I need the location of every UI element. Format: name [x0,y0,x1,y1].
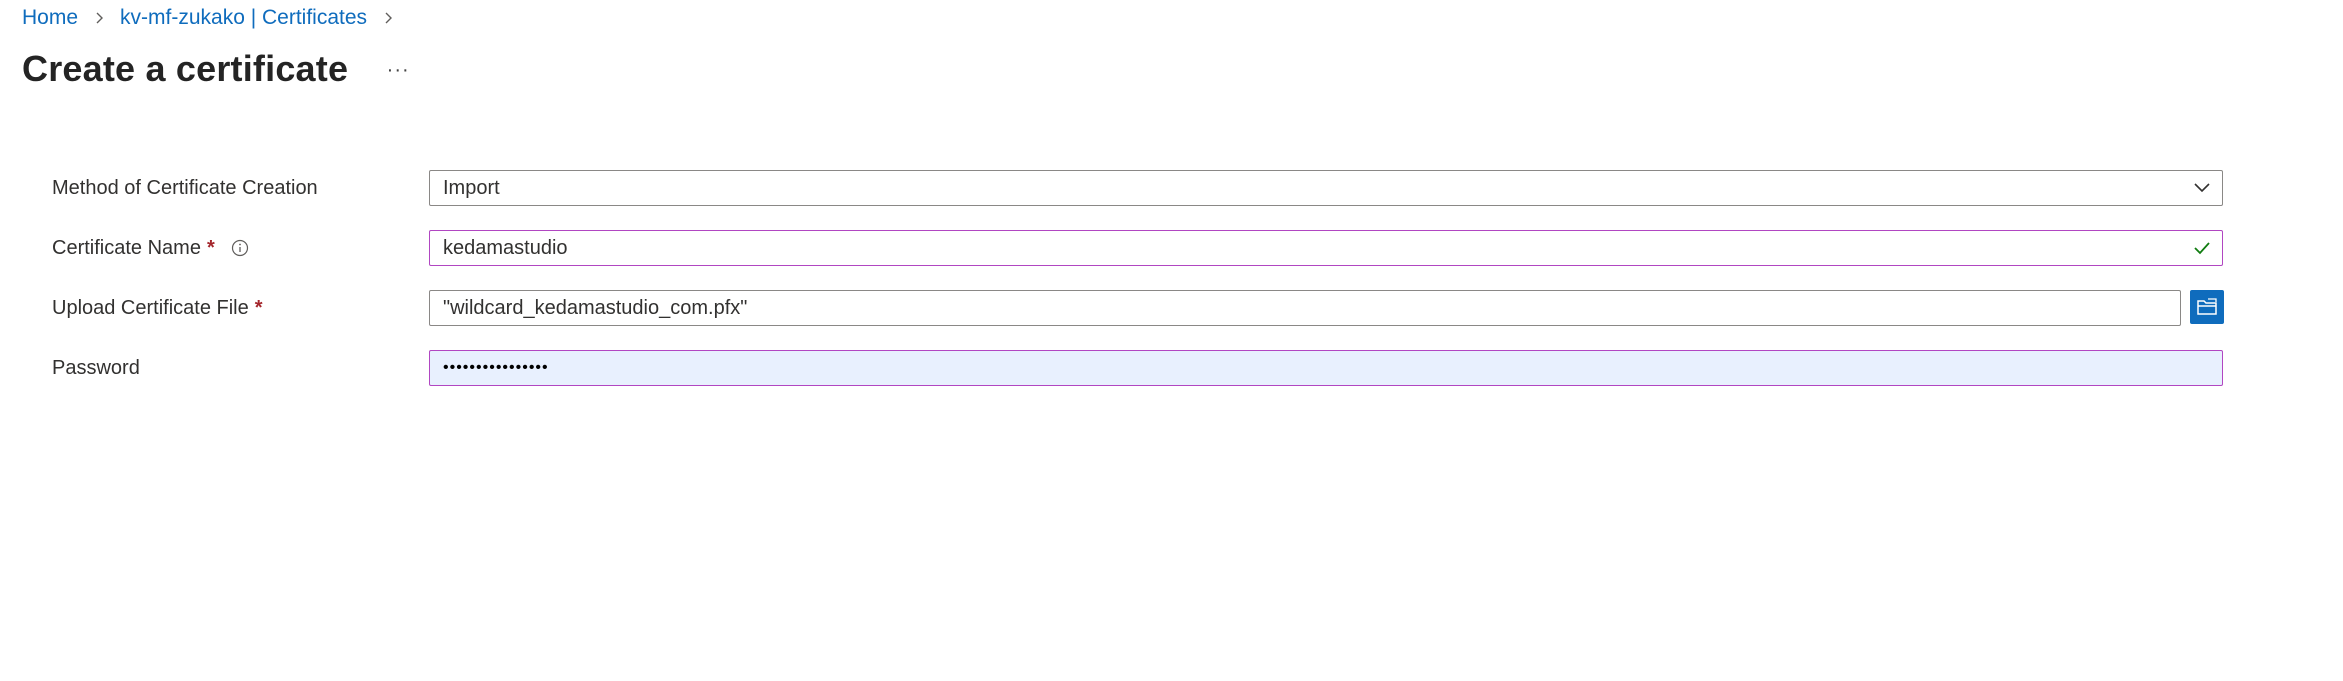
method-selected-value: Import [443,176,500,199]
certificate-name-row: Certificate Name * kedamastudio [52,230,2252,290]
required-asterisk: * [206,236,215,259]
create-certificate-page: Home kv-mf-zukako | Certificates Create … [0,0,2343,681]
page-title: Create a certificate [22,48,349,89]
password-input[interactable]: •••••••••••••••• [429,350,2223,386]
password-label-text: Password [52,356,140,379]
upload-file-input[interactable]: "wildcard_kedamastudio_com.pfx" [429,290,2181,326]
upload-file-label: Upload Certificate File * [52,290,263,326]
upload-file-label-text: Upload Certificate File [52,296,249,319]
upload-file-value: "wildcard_kedamastudio_com.pfx" [443,296,748,319]
required-asterisk: * [254,296,263,319]
title-row: Create a certificate ··· [22,44,412,94]
upload-file-row: Upload Certificate File * "wildcard_keda… [52,290,2252,350]
certificate-name-label-text: Certificate Name [52,236,201,259]
password-row: Password •••••••••••••••• [52,350,2252,410]
breadcrumb-certificates-link[interactable]: kv-mf-zukako | Certificates [120,6,367,30]
password-label: Password [52,350,140,386]
browse-file-button[interactable] [2190,290,2224,324]
method-label: Method of Certificate Creation [52,170,318,206]
password-value: •••••••••••••••• [443,359,549,376]
chevron-right-icon [381,11,395,25]
certificate-form: Method of Certificate Creation Import Ce… [52,170,2252,410]
checkmark-icon [2182,238,2222,258]
certificate-name-label: Certificate Name * [52,230,249,266]
breadcrumb-home-link[interactable]: Home [22,6,78,30]
chevron-down-icon [2182,178,2222,198]
certificate-name-input[interactable]: kedamastudio [429,230,2223,266]
method-dropdown[interactable]: Import [429,170,2223,206]
folder-open-icon [2196,298,2218,316]
chevron-right-icon [92,11,106,25]
certificate-name-value: kedamastudio [443,236,568,259]
method-label-text: Method of Certificate Creation [52,176,318,199]
method-row: Method of Certificate Creation Import [52,170,2252,230]
more-options-button[interactable]: ··· [384,56,412,84]
info-icon[interactable] [231,239,249,257]
breadcrumb: Home kv-mf-zukako | Certificates [22,4,395,32]
